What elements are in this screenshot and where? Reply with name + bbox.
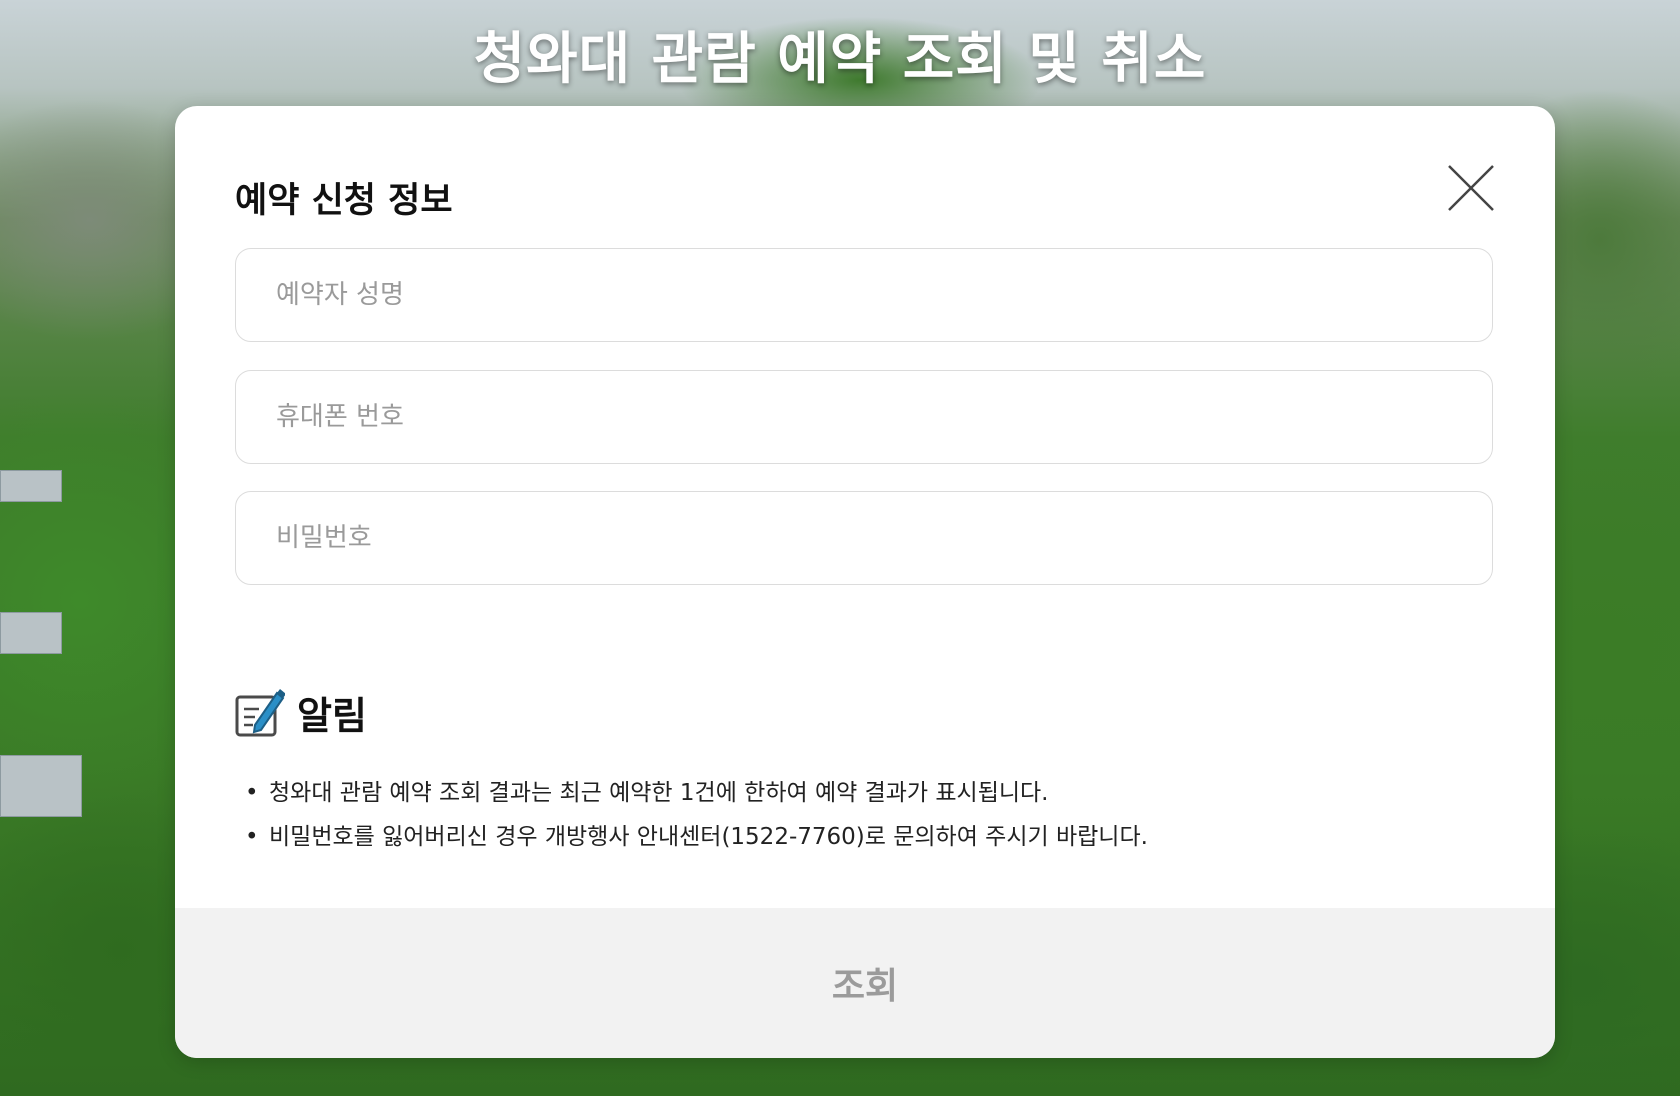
modal-heading: 예약 신청 정보 <box>235 181 453 221</box>
reservation-lookup-modal: 예약 신청 정보 알림 청와대 관람 예약 조회 결과는 최근 예약한 1건에 … <box>175 106 1555 1058</box>
background-building <box>0 755 82 817</box>
phone-field <box>235 370 1493 464</box>
password-field <box>235 491 1493 585</box>
background-building <box>0 470 62 502</box>
lookup-button[interactable]: 조회 <box>175 908 1555 1058</box>
background-building <box>0 612 62 654</box>
notice-item: 비밀번호를 잃어버리신 경우 개방행사 안내센터(1522-7760)로 문의하… <box>245 815 1148 859</box>
notice-list: 청와대 관람 예약 조회 결과는 최근 예약한 1건에 한하여 예약 결과가 표… <box>245 771 1148 859</box>
password-input[interactable] <box>236 492 1492 584</box>
notice-header: 알림 <box>235 686 367 738</box>
notice-item: 청와대 관람 예약 조회 결과는 최근 예약한 1건에 한하여 예약 결과가 표… <box>245 771 1148 815</box>
name-input[interactable] <box>236 249 1492 341</box>
close-button[interactable] <box>1445 162 1497 214</box>
close-icon <box>1448 165 1494 211</box>
name-field <box>235 248 1493 342</box>
page-title: 청와대 관람 예약 조회 및 취소 <box>473 27 1207 92</box>
phone-input[interactable] <box>236 371 1492 463</box>
notice-title: 알림 <box>297 693 367 738</box>
memo-pencil-icon <box>235 689 285 737</box>
